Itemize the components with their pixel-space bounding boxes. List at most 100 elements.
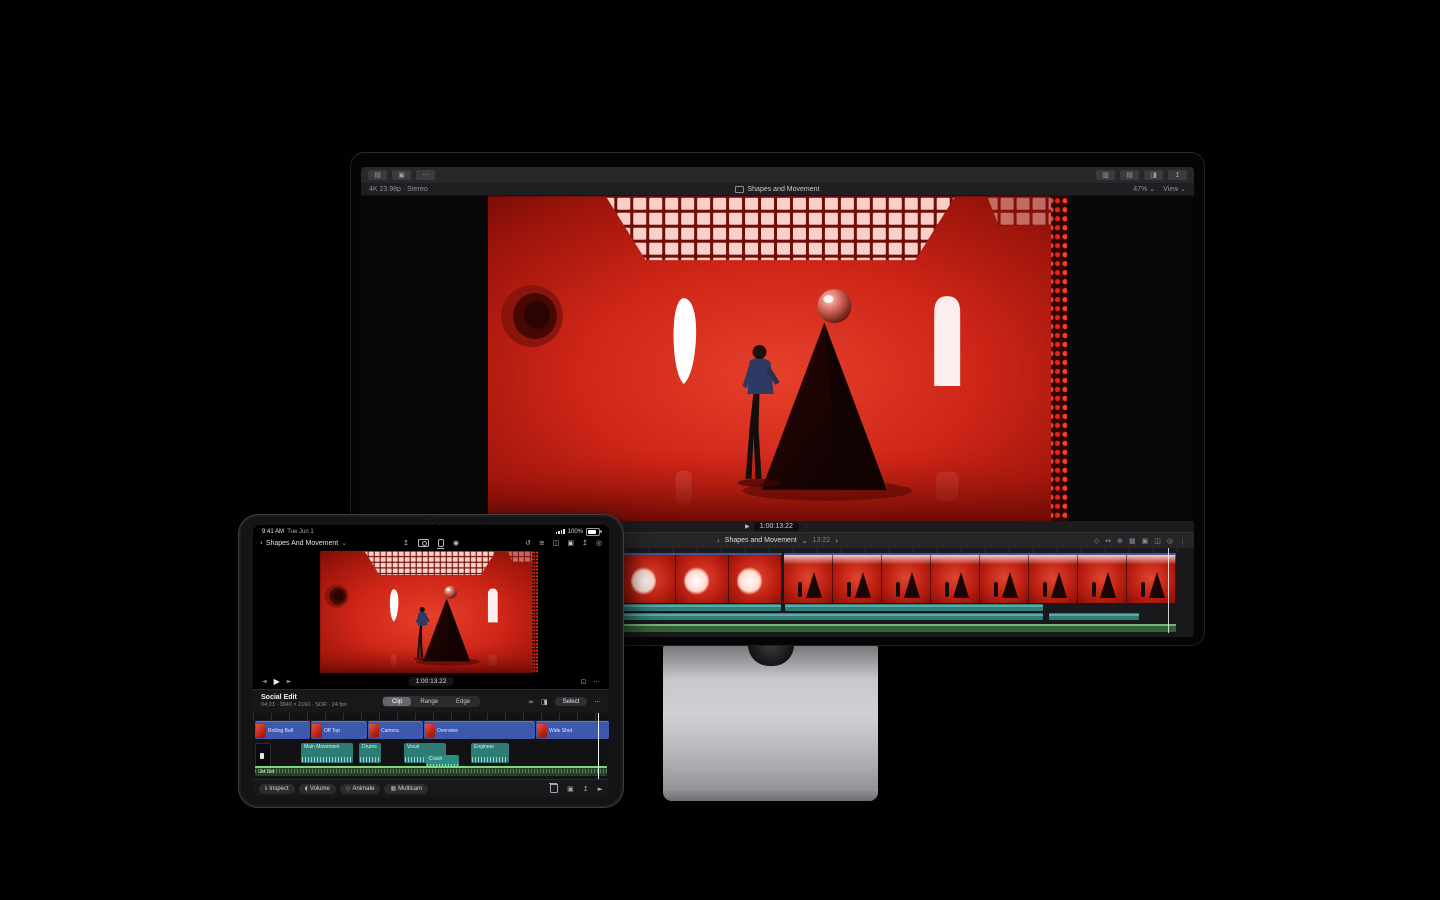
video-clip[interactable]: Overview: [424, 721, 535, 739]
trim-tool-icon[interactable]: ◇: [1094, 537, 1099, 545]
settings-icon[interactable]: ◎: [596, 539, 602, 547]
multicam-view-icon[interactable]: ▦: [1129, 537, 1136, 545]
timeline-settings-icon[interactable]: ◎: [1167, 537, 1173, 545]
timeline-duration: 13:22: [813, 537, 831, 544]
browser-panel-button[interactable]: ▤: [1120, 170, 1139, 180]
battery-icon: [586, 528, 600, 536]
transition-tool-icon[interactable]: ↔: [1105, 537, 1111, 545]
jog-mode-clip[interactable]: Clip: [383, 697, 411, 706]
project-menu-caret[interactable]: ⌄: [802, 537, 808, 545]
animate-button[interactable]: ◇ Animate: [340, 784, 381, 794]
project-title[interactable]: Shapes And Movement: [266, 540, 338, 547]
snapshot-icon[interactable]: ▣: [567, 785, 574, 793]
fullscreen-icon[interactable]: ⊡: [580, 678, 586, 686]
viewer-more-icon[interactable]: ···: [593, 678, 600, 686]
split-view-icon[interactable]: ◫: [553, 539, 560, 547]
previous-frame-button[interactable]: ◄: [262, 678, 267, 685]
play-button[interactable]: ▶: [745, 523, 750, 530]
battery-percent: 100%: [568, 529, 583, 535]
project-meta: 04:21 · 3840 × 2160 · SDR · 24 fps: [261, 702, 347, 709]
audio-clip[interactable]: [785, 604, 1043, 611]
audio-clip[interactable]: Main Movement: [301, 743, 353, 763]
stand-cable-notch: [748, 645, 794, 666]
front-camera: [431, 519, 434, 522]
title-caret[interactable]: ⌄: [341, 539, 347, 547]
clip-format-info: 4K 23.98p · Stereo: [369, 186, 641, 193]
connect-clip-icon[interactable]: ∞: [528, 698, 534, 706]
audio-clip[interactable]: Drums: [359, 743, 381, 763]
view-menu[interactable]: View ⌄: [1163, 185, 1186, 193]
overwrite-icon[interactable]: ◨: [541, 698, 548, 706]
viewer-overlay-icon[interactable]: ▣: [567, 539, 574, 547]
inspect-button[interactable]: ℹ Inspect: [259, 784, 295, 794]
volume-button[interactable]: ◖ Volume: [299, 784, 336, 794]
speaker-icon: ◖: [305, 785, 308, 792]
snapping-icon[interactable]: ◫: [1154, 537, 1161, 545]
inspector-panel-button[interactable]: ◨: [1144, 170, 1163, 180]
delete-icon[interactable]: [550, 784, 558, 793]
wifi-icon: [556, 529, 565, 534]
ipad-transport: ◄ ▶ ► 1:00:13.22 ⊡ ···: [253, 674, 609, 689]
fcp-mac-toolbar: ▤ ▣ ··· ▥ ▤ ◨ ↥: [361, 167, 1194, 183]
multicam-button[interactable]: ▦ Multicam: [384, 784, 428, 794]
back-button[interactable]: ‹: [260, 539, 263, 547]
index-panel-button[interactable]: ▥: [1096, 170, 1115, 180]
jog-mode-edge[interactable]: Edge: [447, 697, 479, 706]
music-clip[interactable]: [623, 624, 1176, 632]
video-clip[interactable]: [623, 553, 782, 603]
clip-skip-icon[interactable]: ►: [598, 785, 603, 793]
ipad-toolbar: ‹ Shapes And Movement ⌄ ↥ ◉ ↺ ≡ ◫ ▣ ↥ ◎: [253, 536, 609, 550]
audio-clip[interactable]: [623, 604, 781, 611]
overlay-view-icon[interactable]: ▣: [1142, 537, 1149, 545]
undo-icon[interactable]: ↺: [525, 539, 531, 547]
play-button[interactable]: ▶: [274, 677, 280, 686]
audio-clip[interactable]: Engineer: [471, 743, 509, 763]
timeline-more-icon[interactable]: ···: [594, 698, 601, 706]
import-media-icon[interactable]: ↥: [403, 539, 409, 547]
project-name: Social Edit: [261, 694, 347, 703]
viewer-video: [488, 196, 1067, 521]
display-stand: [663, 645, 878, 801]
zoom-level-menu[interactable]: 47% ⌄: [1133, 185, 1155, 193]
timeline-ruler[interactable]: [253, 713, 609, 721]
audio-clip[interactable]: [1049, 613, 1139, 620]
extensions-button[interactable]: ···: [416, 170, 435, 180]
video-clip[interactable]: Off Top: [311, 721, 367, 739]
add-clip-icon[interactable]: ⊕: [1117, 537, 1123, 545]
timeline-forward-button[interactable]: ›: [835, 537, 838, 545]
timeline-project-title[interactable]: Shapes and Movement: [725, 537, 797, 544]
video-clip[interactable]: [784, 553, 1176, 603]
export-icon[interactable]: ↥: [582, 539, 588, 547]
fcp-ipad-app: 9:41 AM Tue Jun 1 100% ‹ Shapes And Move…: [253, 525, 609, 797]
photos-browser-button[interactable]: ▣: [392, 170, 411, 180]
camera-icon[interactable]: [418, 539, 429, 547]
mic-icon[interactable]: [438, 539, 444, 547]
browser-list-icon[interactable]: ≡: [539, 539, 545, 547]
share-button[interactable]: ↥: [1168, 170, 1187, 180]
video-clip[interactable]: Rolling Ball: [255, 721, 310, 739]
audio-clip[interactable]: [623, 613, 1043, 620]
project-info-bar: Social Edit 04:21 · 3840 × 2160 · SDR · …: [253, 689, 609, 713]
viewer: [361, 196, 1194, 521]
playhead[interactable]: [598, 713, 599, 779]
keyframe-icon: ◇: [346, 785, 351, 792]
detach-audio-icon[interactable]: ↥: [583, 785, 589, 793]
jog-mode-range[interactable]: Range: [411, 697, 447, 706]
status-bar: 9:41 AM Tue Jun 1 100%: [253, 525, 609, 536]
timeline-more-icon[interactable]: ⋮: [1179, 537, 1186, 545]
multicam-icon: ▦: [390, 785, 396, 792]
video-clip[interactable]: Camera: [368, 721, 423, 739]
ipad-timeline[interactable]: Rolling Ball Off Top Camera Overview Wid…: [253, 713, 609, 779]
playhead[interactable]: [1168, 548, 1169, 633]
audio-meters-icon[interactable]: ⋮: [803, 523, 810, 531]
viewer-title: Shapes and Movement: [641, 186, 913, 193]
music-clip[interactable]: Jet Set: [255, 766, 607, 776]
next-frame-button[interactable]: ►: [287, 678, 292, 685]
viewer-title-bar: 4K 23.98p · Stereo Shapes and Movement 4…: [361, 183, 1194, 196]
viewer-icon: [735, 186, 744, 193]
media-browser-button[interactable]: ▤: [368, 170, 387, 180]
timeline-back-button[interactable]: ‹: [717, 537, 720, 545]
select-button[interactable]: Select: [555, 697, 588, 706]
timecode-display: 1:00:13.22: [409, 677, 454, 686]
desk-scene: ▤ ▣ ··· ▥ ▤ ◨ ↥ 4K 23.98p · Stereo Shape…: [0, 0, 1440, 900]
